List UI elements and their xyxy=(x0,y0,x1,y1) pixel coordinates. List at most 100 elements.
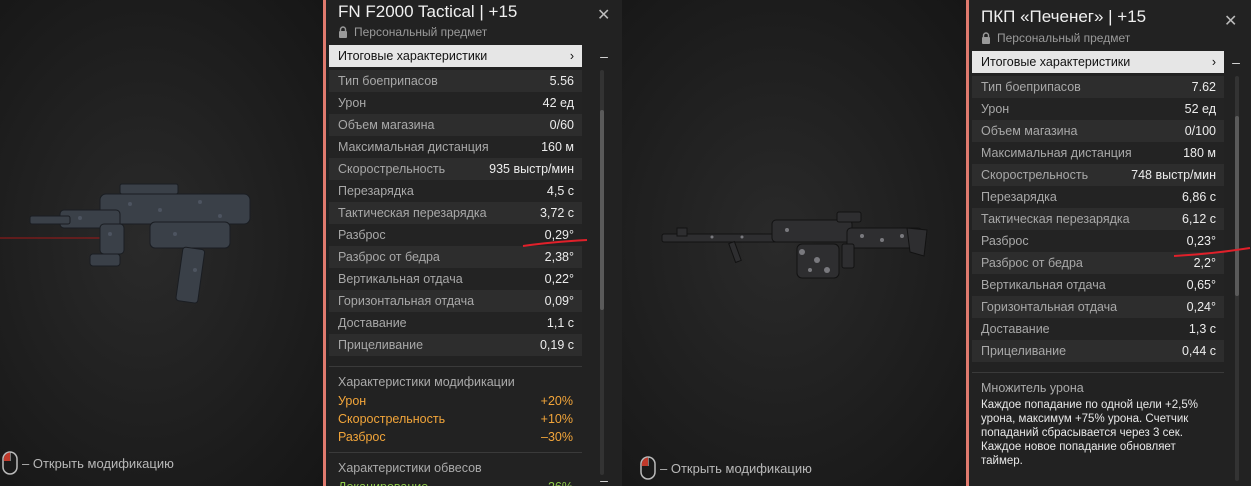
stat-row: Максимальная дистанция 160 м xyxy=(329,136,582,158)
personal-item-text: Персональный предмет xyxy=(354,25,488,39)
lock-icon xyxy=(339,26,347,38)
collapse-button[interactable]: – xyxy=(597,48,611,64)
damage-multiplier-description: Каждое попадание по одной цели +2,5% уро… xyxy=(981,399,1198,467)
stat-row: Перезарядка 4,5 с xyxy=(329,180,582,202)
modifier-row: Деканирование 26% xyxy=(338,478,573,486)
stat-label: Разброс от бедра xyxy=(981,256,1083,270)
stat-value: 180 м xyxy=(1183,146,1216,160)
modifier-row: Скорострельность +10% xyxy=(338,410,573,428)
stat-label: Доставание xyxy=(981,322,1050,336)
weapon-viewport-right[interactable]: – Открыть модификацию xyxy=(622,0,966,486)
stats-list: Тип боеприпасов 5.56 Урон 42 ед Объем магази… xyxy=(329,70,582,356)
stat-label: Максимальная дистанция xyxy=(338,140,489,154)
scrollbar[interactable] xyxy=(600,70,604,475)
attachment-rows: Деканирование 26% xyxy=(338,478,573,486)
stat-row: Объем магазина 0/60 xyxy=(329,114,582,136)
stat-value: 3,72 с xyxy=(539,206,574,220)
personal-item-label: Персональный предмет xyxy=(981,31,1130,45)
stat-row: Тактическая перезарядка 3,72 с xyxy=(329,202,582,224)
stat-value: 748 выстр/мин xyxy=(1131,168,1216,182)
modifier-value: –30% xyxy=(541,430,573,444)
stat-value: 0/100 xyxy=(1184,124,1216,138)
section-title: Множитель урона xyxy=(981,381,1084,395)
stat-label: Вертикальная отдача xyxy=(338,272,463,286)
stat-label: Урон xyxy=(338,96,367,110)
open-modification-label: – Открыть модификацию xyxy=(660,460,812,476)
stat-row: Перезарядка 6,86 с xyxy=(972,186,1224,208)
stat-value: 1,1 с xyxy=(546,316,574,330)
summary-stats-label: Итоговые характеристики xyxy=(338,49,488,63)
stat-row: Максимальная дистанция 180 м xyxy=(972,142,1224,164)
stat-row: Скорострельность 935 выстр/мин xyxy=(329,158,582,180)
chevron-right-icon: › xyxy=(1211,55,1216,69)
close-icon[interactable]: ✕ xyxy=(597,5,610,25)
stat-label: Тип боеприпасов xyxy=(981,80,1081,94)
attachment-stats-section: Характеристики обвесов Деканирование 26% xyxy=(329,452,582,486)
stat-value: 7.62 xyxy=(1191,80,1216,94)
scrollbar[interactable] xyxy=(1235,76,1239,481)
stat-label: Тактическая перезарядка xyxy=(338,206,487,220)
scrollbar-thumb[interactable] xyxy=(1235,116,1239,296)
summary-stats-header[interactable]: Итоговые характеристики › xyxy=(972,51,1224,73)
stat-label: Объем магазина xyxy=(338,118,435,132)
collapse-button[interactable]: – xyxy=(1229,54,1243,70)
stat-label: Урон xyxy=(981,102,1010,116)
modifier-row: Урон +20% xyxy=(338,392,573,410)
modifier-row: Разброс –30% xyxy=(338,428,573,446)
mouse-icon xyxy=(640,456,656,480)
stat-value: 160 м xyxy=(541,140,574,154)
chevron-right-icon: › xyxy=(569,49,574,63)
stat-row: Доставание 1,3 с xyxy=(972,318,1224,340)
red-underline-marker xyxy=(522,239,588,247)
weapon-stats-panel-pecheneg: ПКП «Печенег» | +15 ✕ Персональный предм… xyxy=(966,0,1251,486)
modification-stats-section: Характеристики модификации Урон +20% Скоро… xyxy=(329,366,582,454)
stat-value: 0,44 с xyxy=(1181,344,1216,358)
modifier-label: Разброс xyxy=(338,430,386,444)
stat-value: 6,86 с xyxy=(1181,190,1216,204)
modifier-value: 26% xyxy=(548,480,573,486)
weapon-stats-panel-f2000: FN F2000 Tactical | +15 ✕ Персональный п… xyxy=(323,0,622,486)
summary-stats-header[interactable]: Итоговые характеристики › xyxy=(329,45,582,67)
stat-label: Максимальная дистанция xyxy=(981,146,1132,160)
stat-label: Тактическая перезарядка xyxy=(981,212,1130,226)
weapon-model-pecheneg xyxy=(661,211,928,279)
stat-row: Тип боеприпасов 5.56 xyxy=(329,70,582,92)
stat-label: Разброс xyxy=(338,228,386,242)
modification-rows: Урон +20% Скорострельность +10% Разброс –30% xyxy=(338,392,573,446)
stat-label: Перезарядка xyxy=(981,190,1057,204)
scrollbar-thumb[interactable] xyxy=(600,110,604,310)
section-title: Характеристики обвесов xyxy=(338,461,482,475)
stat-row: Урон 42 ед xyxy=(329,92,582,114)
personal-item-text: Персональный предмет xyxy=(997,31,1131,45)
modifier-value: +20% xyxy=(540,394,573,408)
stat-value: 42 ед xyxy=(542,96,574,110)
weapon-title: ПКП «Печенег» | +15 xyxy=(981,7,1147,26)
stat-row: Доставание 1,1 с xyxy=(329,312,582,334)
red-underline-marker xyxy=(1173,247,1251,257)
stat-value: 0,22° xyxy=(544,272,574,286)
stat-value: 0,19 с xyxy=(539,338,574,352)
stat-label: Объем магазина xyxy=(981,124,1078,138)
modifier-label: Скорострельность xyxy=(338,412,446,426)
stat-value: 0/60 xyxy=(549,118,574,132)
stat-value: 1,3 с xyxy=(1188,322,1216,336)
modifier-label: Урон xyxy=(338,394,367,408)
stat-value: 0,24° xyxy=(1186,300,1216,314)
stat-row: Тип боеприпасов 7.62 xyxy=(972,76,1224,98)
stat-row: Горизонтальная отдача 0,09° xyxy=(329,290,582,312)
weapon-viewport-left[interactable]: – Открыть модификацию xyxy=(0,0,323,486)
open-modification-hint[interactable]: – Открыть модификацию xyxy=(2,451,174,475)
open-modification-label: – Открыть модификацию xyxy=(22,455,174,471)
stat-row: Горизонтальная отдача 0,24° xyxy=(972,296,1224,318)
stat-label: Тип боеприпасов xyxy=(338,74,438,88)
open-modification-hint[interactable]: – Открыть модификацию xyxy=(640,456,812,480)
stat-value: 0,09° xyxy=(544,294,574,308)
collapse-button[interactable]: – xyxy=(597,472,611,486)
stat-value: 935 выстр/мин xyxy=(489,162,574,176)
stat-label: Скорострельность xyxy=(338,162,446,176)
stat-label: Горизонтальная отдача xyxy=(981,300,1118,314)
stat-label: Прицеливание xyxy=(338,338,424,352)
weapon-model-f2000 xyxy=(0,183,251,304)
mouse-icon xyxy=(2,451,18,475)
close-icon[interactable]: ✕ xyxy=(1224,11,1237,31)
